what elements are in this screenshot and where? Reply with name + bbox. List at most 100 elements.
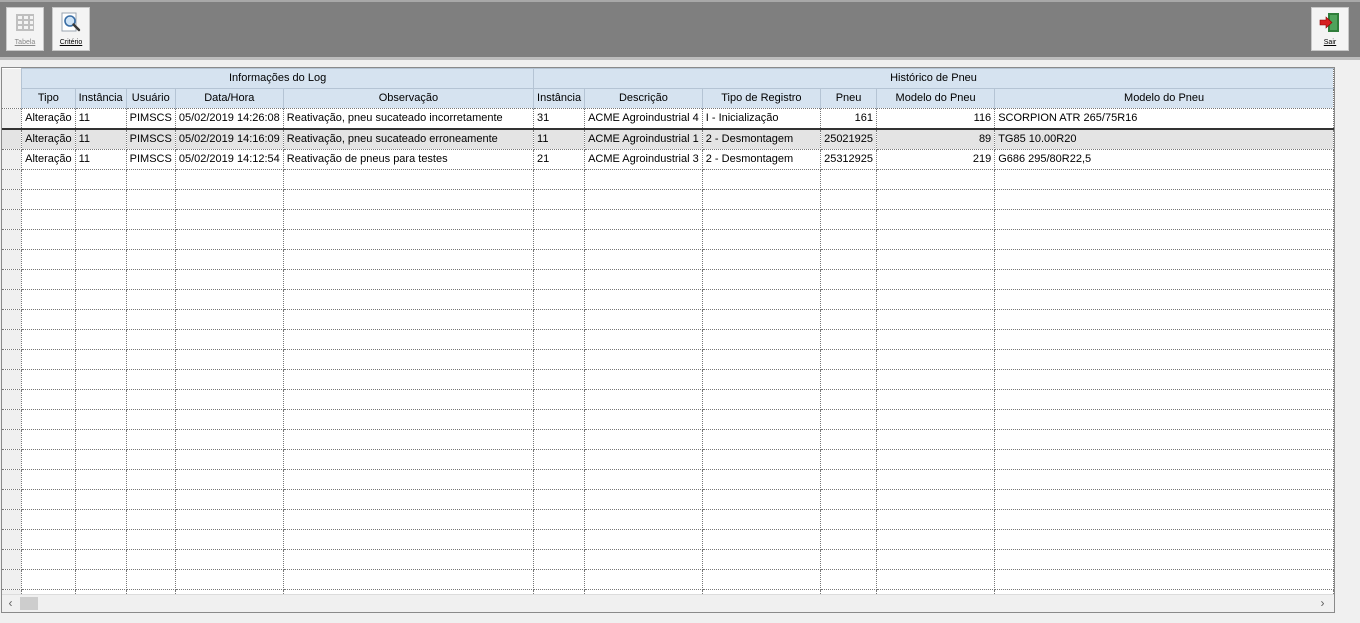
cell-observacao: Reativação, pneu sucateado erroneamente (283, 128, 535, 150)
empty-row (2, 269, 1334, 290)
empty-cell (75, 249, 127, 270)
empty-cell (126, 549, 176, 570)
col-header-instancia[interactable]: Instância (74, 88, 127, 109)
empty-cell (175, 489, 284, 510)
empty-cell (584, 569, 703, 590)
empty-row (2, 189, 1334, 210)
empty-cell (994, 329, 1334, 350)
empty-cell (820, 549, 878, 570)
empty-cell (175, 309, 284, 330)
row-indicator (2, 229, 23, 250)
empty-cell (21, 549, 76, 570)
col-header-modelo-pneu-codigo[interactable]: Modelo do Pneu (876, 88, 996, 109)
empty-cell (283, 509, 535, 530)
sair-button[interactable]: Sair (1311, 7, 1349, 51)
table-row[interactable]: Alteração 11 PIMSCS 05/02/2019 14:12:54 … (2, 149, 1334, 170)
group-header-pneu: Histórico de Pneu (533, 68, 1334, 89)
scroll-right-icon[interactable]: › (1314, 595, 1331, 612)
log-grid[interactable]: Informações do Log Histórico de Pneu Tip… (1, 67, 1335, 613)
empty-cell (994, 549, 1334, 570)
empty-cell (21, 329, 76, 350)
cell-modelo-pneu: TG85 10.00R20 (994, 128, 1334, 150)
col-header-instancia-pneu[interactable]: Instância (533, 88, 586, 109)
empty-cell (994, 449, 1334, 470)
empty-cell (21, 509, 76, 530)
empty-cell (126, 489, 176, 510)
empty-cell (75, 429, 127, 450)
empty-cell (175, 249, 284, 270)
col-header-observacao[interactable]: Observação (282, 88, 535, 109)
empty-cell (21, 189, 76, 210)
empty-cell (533, 289, 586, 310)
tabela-button[interactable]: Tabela (6, 7, 44, 51)
empty-cell (702, 509, 822, 530)
cell-modelo-codigo: 116 (876, 108, 996, 130)
empty-cell (820, 369, 878, 390)
empty-cell (21, 349, 76, 370)
cell-modelo-codigo: 219 (876, 149, 996, 170)
empty-cell (820, 489, 878, 510)
empty-cell (994, 189, 1334, 210)
empty-cell (584, 269, 703, 290)
cell-descricao: ACME Agroindustrial 4 (584, 108, 703, 130)
empty-cell (75, 369, 127, 390)
scroll-thumb[interactable] (20, 597, 38, 610)
col-header-tipo[interactable]: Tipo (21, 88, 76, 109)
table-row[interactable]: Alteração 11 PIMSCS 05/02/2019 14:26:08 … (2, 108, 1334, 130)
empty-row (2, 489, 1334, 510)
col-header-usuario[interactable]: Usuário (125, 88, 176, 109)
empty-cell (820, 389, 878, 410)
empty-cell (126, 249, 176, 270)
empty-cell (21, 369, 76, 390)
row-indicator (2, 169, 23, 190)
empty-cell (994, 309, 1334, 330)
cell-observacao: Reativação, pneu sucateado incorretament… (283, 108, 535, 130)
empty-cell (75, 349, 127, 370)
row-indicator[interactable] (2, 108, 23, 130)
empty-cell (283, 429, 535, 450)
row-indicator (2, 529, 23, 550)
empty-cell (175, 509, 284, 530)
empty-cell (876, 429, 996, 450)
column-header-row: Tipo Instância Usuário Data/Hora Observa… (2, 88, 1334, 109)
empty-cell (75, 549, 127, 570)
empty-cell (283, 569, 535, 590)
empty-cell (75, 229, 127, 250)
empty-cell (702, 189, 822, 210)
col-header-pneu[interactable]: Pneu (820, 88, 878, 109)
col-header-descricao[interactable]: Descrição (584, 88, 703, 109)
empty-cell (283, 329, 535, 350)
empty-cell (702, 489, 822, 510)
horizontal-scrollbar[interactable]: ‹ › (2, 594, 1334, 612)
empty-cell (533, 369, 586, 390)
row-indicator (2, 549, 23, 570)
criterio-button[interactable]: Critério (52, 7, 90, 51)
cell-tipo-registro: I - Inicialização (702, 108, 822, 130)
empty-cell (702, 409, 822, 430)
row-indicator (2, 309, 23, 330)
group-header-log: Informações do Log (21, 68, 535, 89)
empty-cell (702, 369, 822, 390)
group-header-row: Informações do Log Histórico de Pneu (2, 68, 1334, 109)
col-header-tipo-registro[interactable]: Tipo de Registro (701, 88, 822, 109)
empty-cell (702, 529, 822, 550)
empty-cell (876, 389, 996, 410)
table-row-selected[interactable]: Alteração 11 PIMSCS 05/02/2019 14:16:09 … (2, 128, 1334, 150)
tabela-label: Tabela (14, 39, 36, 46)
empty-cell (175, 429, 284, 450)
right-gutter (1335, 67, 1360, 623)
empty-cell (283, 289, 535, 310)
row-indicator (2, 509, 23, 530)
empty-cell (584, 169, 703, 190)
col-header-data-hora[interactable]: Data/Hora (174, 88, 284, 109)
row-indicator[interactable] (2, 128, 23, 150)
scroll-left-icon[interactable]: ‹ (2, 595, 19, 612)
row-indicator[interactable] (2, 149, 23, 170)
col-header-modelo-pneu[interactable]: Modelo do Pneu (994, 88, 1334, 109)
cell-descricao: ACME Agroindustrial 1 (584, 128, 703, 150)
empty-cell (584, 249, 703, 270)
empty-cell (702, 209, 822, 230)
empty-cell (21, 389, 76, 410)
row-indicator (2, 489, 23, 510)
empty-cell (820, 569, 878, 590)
